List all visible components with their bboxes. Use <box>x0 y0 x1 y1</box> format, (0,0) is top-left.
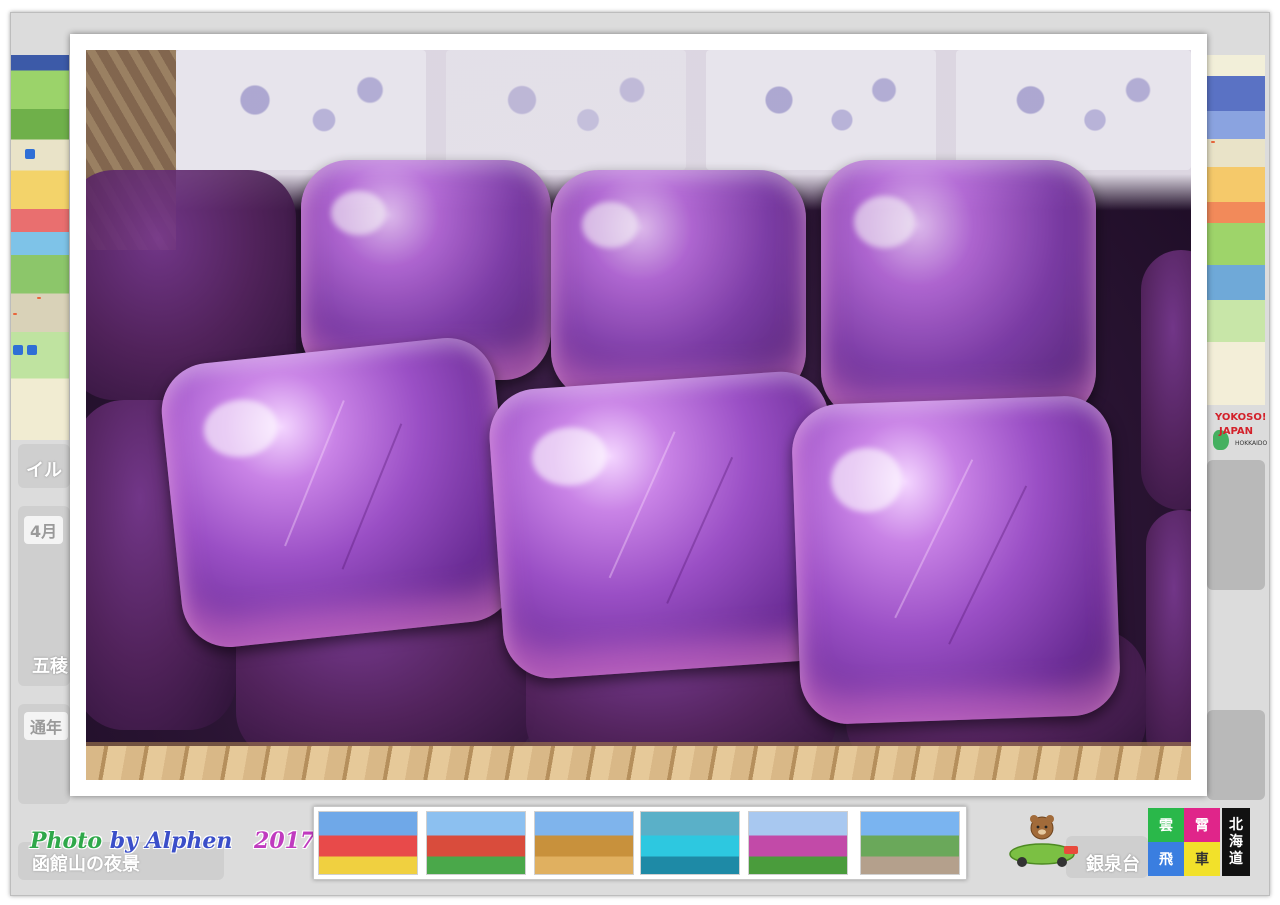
soap-bar <box>486 368 846 682</box>
kanji-cell: 霄 <box>1184 808 1220 842</box>
accessibility-icon <box>27 345 37 355</box>
photo-credit: Photo by Alphen 2017 <box>30 828 315 854</box>
map-strip-right <box>1207 55 1265 405</box>
yokoso-japan-logo: YOKOSO! JAPAN HOKKAIDO <box>1213 408 1268 458</box>
map-tag <box>13 313 17 315</box>
kanji-cell: 雲 <box>1148 808 1184 842</box>
bg-label: 銀泉台 <box>1086 854 1140 875</box>
kanji-char: 道 <box>1229 850 1243 867</box>
lavender-card <box>706 50 936 170</box>
lavender-card <box>176 50 426 170</box>
hokkaido-kanji-logo: 北 海 道 <box>1222 808 1250 876</box>
thumbnail-wheat-field-with-tree[interactable] <box>534 811 634 875</box>
thumbnail-lupine-flowers[interactable] <box>748 811 848 875</box>
main-photo[interactable] <box>86 50 1191 780</box>
thumbnail-blue-pond[interactable] <box>640 811 740 875</box>
photo-frame <box>70 34 1207 796</box>
credit-year: 2017 <box>254 828 316 854</box>
thumbnail-striped-flower-field[interactable] <box>426 811 526 875</box>
soap-bar <box>1141 250 1191 510</box>
map-strip-left <box>11 55 69 440</box>
kanji-logo-grid: 雲 霄 飛 車 <box>1148 808 1220 876</box>
bg-label: イル <box>26 460 62 481</box>
soap-bar <box>790 394 1122 726</box>
kanji-char: 北 <box>1229 816 1243 833</box>
bg-label: 五稜 <box>32 656 68 677</box>
month-badge: 4月 <box>24 516 64 544</box>
soap-bar <box>551 170 806 400</box>
logo-text: JAPAN <box>1219 426 1253 437</box>
lavender-card <box>446 50 686 170</box>
wicker-basket <box>86 746 1191 780</box>
logo-text: YOKOSO! <box>1215 412 1267 423</box>
map-tag <box>37 297 41 299</box>
soap-bar <box>1146 510 1191 770</box>
bg-tile <box>1207 710 1265 800</box>
credit-photo: Photo <box>30 828 103 854</box>
accessibility-icon <box>13 345 23 355</box>
kanji-cell: 車 <box>1184 842 1220 876</box>
soap-bar <box>157 333 520 652</box>
bg-tile <box>1207 460 1265 590</box>
thumbnail-person-in-flower-field[interactable] <box>318 811 418 875</box>
credit-author: by Alphen <box>109 828 233 854</box>
soap-bar <box>821 160 1096 420</box>
thumbnail-strip <box>313 806 967 880</box>
kanji-cell: 飛 <box>1148 842 1184 876</box>
month-badge: 通年 <box>24 712 69 740</box>
lavender-card <box>956 50 1191 170</box>
logo-text: HOKKAIDO <box>1235 440 1268 447</box>
map-tag <box>1211 141 1215 143</box>
bear-car-logo-icon <box>1009 815 1078 867</box>
thumbnail-car-on-road[interactable] <box>860 811 960 875</box>
parking-icon <box>25 149 35 159</box>
kanji-char: 海 <box>1229 833 1243 850</box>
